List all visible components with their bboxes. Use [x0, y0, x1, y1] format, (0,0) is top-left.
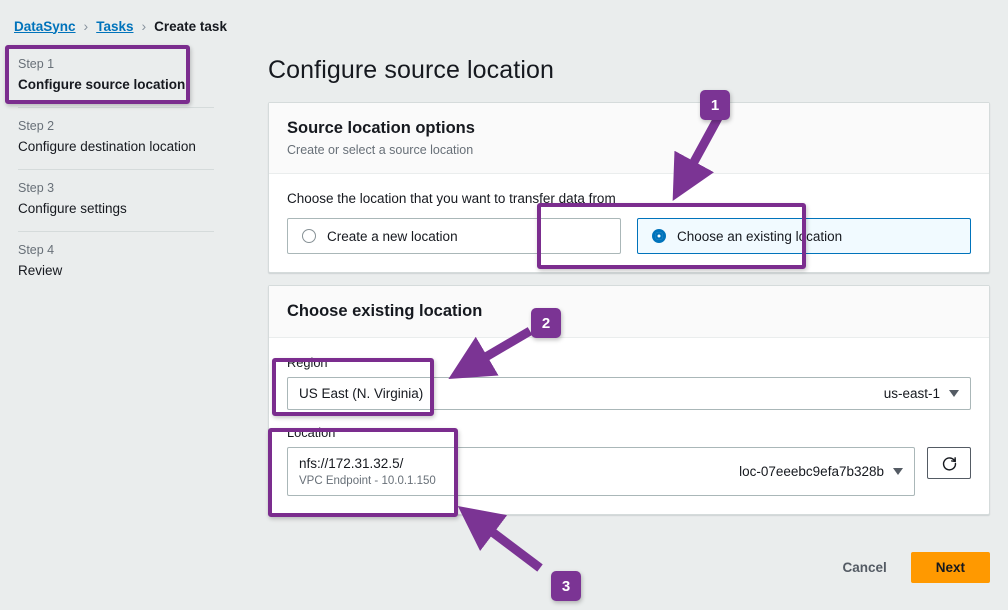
radio-tile-choose-existing-location-label: Choose an existing location	[677, 228, 843, 244]
sidebar-step-1[interactable]: Step 1 Configure source location	[0, 46, 232, 107]
location-select-value: loc-07eeebc9efa7b328b	[739, 464, 884, 479]
location-select-value-group: loc-07eeebc9efa7b328b	[739, 464, 903, 479]
breadcrumb-item-create-task: Create task	[154, 18, 227, 34]
region-field: Region US East (N. Virginia) us-east-1	[287, 354, 971, 410]
sidebar-step-3[interactable]: Step 3 Configure settings	[0, 170, 232, 231]
location-option-radio-group: Create a new location Choose an existing…	[287, 218, 971, 254]
radio-group-label: Choose the location that you want to tra…	[287, 191, 616, 206]
breadcrumb-separator-icon: ›	[141, 18, 147, 34]
card-body: Region US East (N. Virginia) us-east-1 L…	[269, 338, 989, 514]
card-header: Choose existing location	[269, 286, 989, 338]
existing-card-heading: Choose existing location	[287, 302, 483, 320]
next-button[interactable]: Next	[910, 552, 990, 583]
chevron-down-icon[interactable]	[949, 390, 959, 397]
annotation-badge-3: 3	[551, 571, 581, 601]
region-select-display: US East (N. Virginia)	[299, 384, 423, 403]
location-field: Location nfs://172.31.32.5/ VPC Endpoint…	[287, 424, 971, 496]
radio-tile-create-new-location[interactable]: Create a new location	[287, 218, 621, 254]
sidebar-step-3-title: Configure settings	[18, 201, 127, 216]
sidebar-step-2-title: Configure destination location	[18, 139, 196, 154]
radio-tile-choose-existing-location[interactable]: Choose an existing location	[637, 218, 971, 254]
refresh-icon	[941, 455, 958, 472]
refresh-locations-button[interactable]	[927, 447, 971, 479]
sidebar-step-2[interactable]: Step 2 Configure destination location	[0, 108, 232, 169]
annotation-arrow-3	[457, 505, 543, 572]
radio-tile-create-new-location-label: Create a new location	[327, 228, 458, 244]
page-title: Configure source location	[268, 56, 554, 84]
region-control-row: US East (N. Virginia) us-east-1	[287, 377, 971, 410]
chevron-down-icon[interactable]	[893, 468, 903, 475]
region-select-value-group: us-east-1	[884, 386, 959, 401]
sidebar-step-4[interactable]: Step 4 Review	[0, 232, 232, 293]
source-location-options-card: Source location options Create or select…	[268, 102, 990, 273]
radio-selected-icon	[652, 229, 666, 243]
breadcrumb-item-tasks[interactable]: Tasks	[96, 19, 133, 34]
choose-existing-location-card: Choose existing location Region US East …	[268, 285, 990, 515]
region-field-label: Region	[287, 355, 328, 370]
breadcrumb-separator-icon: ›	[83, 18, 89, 34]
location-select[interactable]: nfs://172.31.32.5/ VPC Endpoint - 10.0.1…	[287, 447, 915, 496]
location-select-display: nfs://172.31.32.5/ VPC Endpoint - 10.0.1…	[299, 454, 436, 489]
sidebar-step-1-number: Step 1	[18, 57, 55, 71]
sidebar-step-2-number: Step 2	[18, 119, 55, 133]
sidebar-step-4-title: Review	[18, 263, 63, 278]
region-select[interactable]: US East (N. Virginia) us-east-1	[287, 377, 971, 410]
sidebar-step-3-number: Step 3	[18, 181, 55, 195]
card-body: Choose the location that you want to tra…	[269, 174, 989, 272]
sidebar-step-1-title: Configure source location	[18, 77, 186, 92]
region-select-display-text: US East (N. Virginia)	[299, 386, 424, 401]
wizard-steps-sidebar: Step 1 Configure source location Step 2 …	[0, 46, 232, 293]
breadcrumb: DataSync › Tasks › Create task	[14, 18, 227, 34]
wizard-actions: Cancel Next	[838, 552, 990, 583]
location-select-display-text: nfs://172.31.32.5/	[299, 456, 404, 471]
location-field-label: Location	[287, 425, 336, 440]
sidebar-step-4-number: Step 4	[18, 243, 55, 257]
source-card-subheading: Create or select a source location	[287, 143, 474, 157]
location-select-display-subtext: VPC Endpoint - 10.0.1.150	[299, 475, 436, 487]
card-header: Source location options Create or select…	[269, 103, 989, 174]
region-select-value: us-east-1	[883, 386, 940, 401]
radio-unselected-icon	[302, 229, 316, 243]
cancel-button[interactable]: Cancel	[838, 554, 890, 581]
page-root: DataSync › Tasks › Create task Step 1 Co…	[0, 0, 1008, 610]
source-card-heading: Source location options	[287, 119, 475, 137]
location-control-row: nfs://172.31.32.5/ VPC Endpoint - 10.0.1…	[287, 447, 971, 496]
breadcrumb-item-datasync[interactable]: DataSync	[14, 19, 76, 34]
